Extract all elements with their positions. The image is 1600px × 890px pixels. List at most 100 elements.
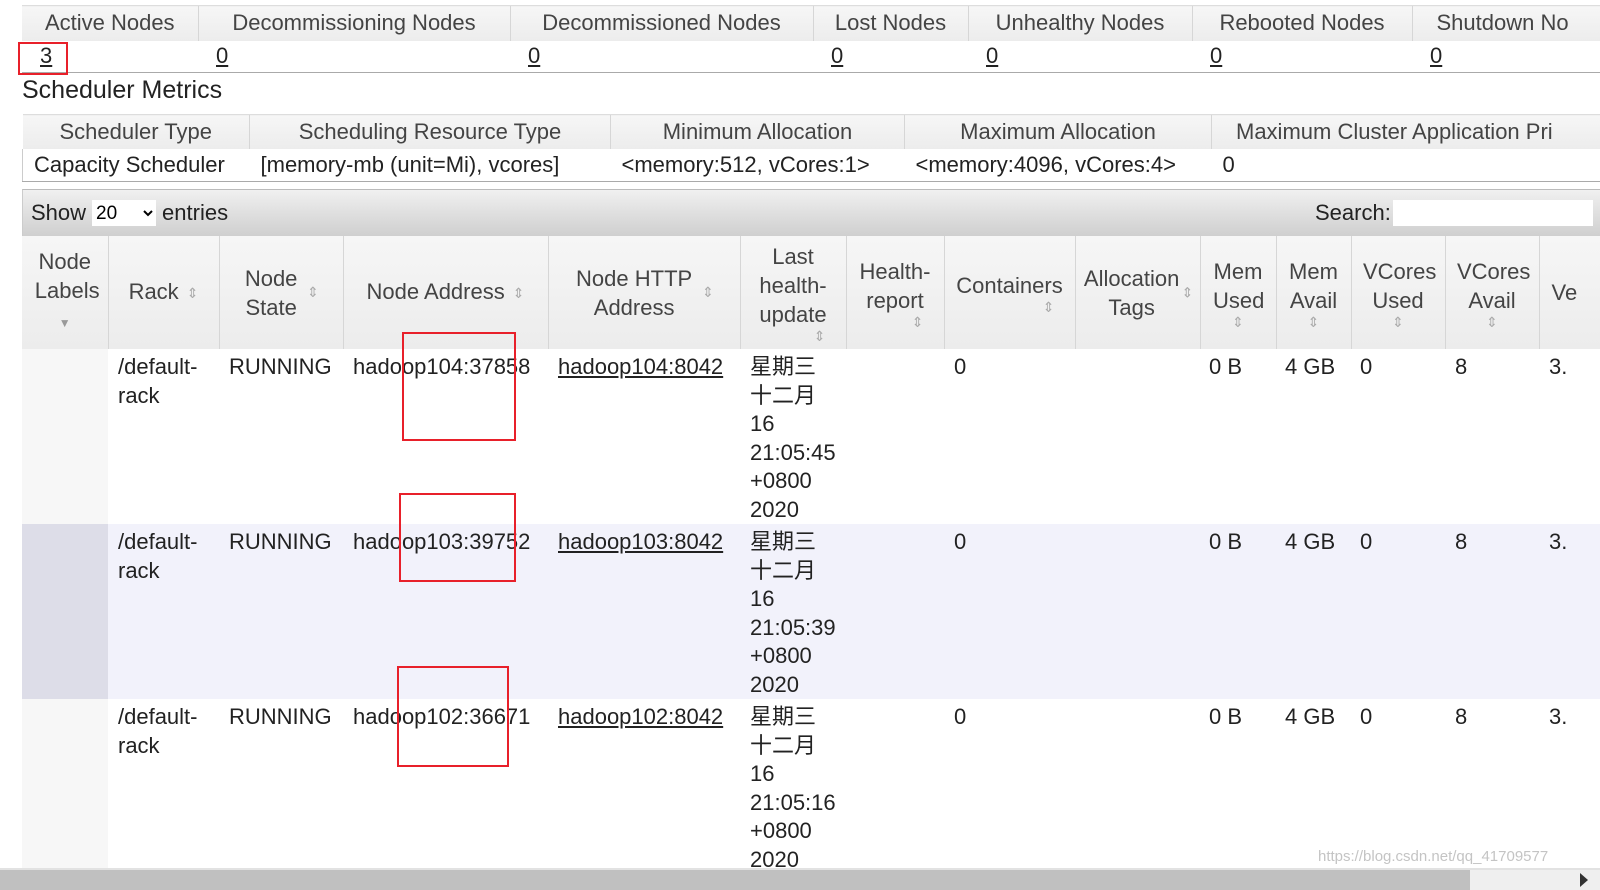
vcores-used-text: 0 [1360,529,1373,554]
entries-label: entries [162,200,229,225]
scheduler-type-value: Capacity Scheduler [22,148,250,182]
sort-icon: ⇕ [702,284,714,300]
mem-avail-text: 4 GB [1285,354,1336,379]
annotation-box-active-nodes [18,42,68,75]
vcores-avail-text: 8 [1455,354,1468,379]
header-node-labels[interactable]: Node Labels ▼ [22,236,108,349]
version-cell: 3. [1539,349,1600,524]
rack-cell: /default- rack [108,524,219,699]
vcores-used-cell: 0 [1351,524,1445,699]
header-rebooted-nodes: Rebooted Nodes [1191,5,1412,41]
mem-used-text: 0 B [1209,529,1243,554]
header-vcores-used[interactable]: VCores Used ⇕ [1350,236,1445,349]
header-node-state[interactable]: Node State ⇕ [218,236,343,349]
vcores-avail-text: 8 [1455,529,1468,554]
search-input[interactable] [1392,200,1593,226]
rack-text: /default- rack [118,529,198,583]
node-state-text: RUNNING [229,529,332,554]
rebooted-nodes-link[interactable]: 0 [1210,43,1222,68]
minimum-allocation-value: <memory:512, vCores:1> [610,148,905,182]
node-state-text: RUNNING [229,354,332,379]
last-health-update-text: 星期三 十二月 16 21:05:16 +0800 2020 [750,704,836,872]
mem-used-text: 0 B [1209,704,1243,729]
nodes-table: Node Labels ▼ Rack ⇕ Node State ⇕ Node Addr… [22,236,1600,874]
scroll-right-arrow-icon[interactable] [1580,873,1588,887]
header-label: Node Address [366,279,505,305]
decommissioning-nodes-link[interactable]: 0 [216,43,228,68]
sort-icon: ⇕ [186,284,199,301]
header-label: Health-report [859,258,931,313]
watermark: https://blog.csdn.net/qq_41709577 [1318,848,1549,865]
vcores-avail-cell: 8 [1445,524,1539,699]
containers-cell: 0 [944,349,1075,524]
containers-text: 0 [954,529,967,554]
mem-avail-cell: 4 GB [1276,524,1351,699]
header-label: Last health-update [759,244,827,327]
scrollbar-thumb[interactable] [0,870,1470,890]
header-mem-used[interactable]: Mem Used ⇕ [1199,236,1276,349]
header-mem-avail[interactable]: Mem Avail ⇕ [1275,236,1351,349]
sort-icon: ⇕ [911,313,924,330]
sort-icon: ⇕ [1042,299,1055,315]
last-health-update-cell: 星期三 十二月 16 21:05:16 +0800 2020 [740,699,846,874]
sort-icon: ⇕ [1307,313,1320,330]
rack-cell: /default- rack [108,349,219,524]
header-label: Rack [128,279,179,305]
node-labels-cell [22,524,108,699]
header-health-report[interactable]: Health-report ⇕ [845,236,944,349]
table-toolbar: Show 20 entries Search: [22,189,1600,236]
header-label: Allocation Tags [1083,265,1180,320]
header-version[interactable]: Ve [1538,236,1600,349]
sort-icon: ⇕ [1392,313,1404,330]
annotation-box-node-address-2 [399,493,516,582]
maximum-allocation-value: <memory:4096, vCores:4> [904,148,1212,182]
cluster-nodes-summary-table: Active Nodes Decommissioning Nodes Decom… [22,5,1600,73]
scheduler-metrics-table: Scheduler Type Scheduling Resource Type … [22,114,1600,182]
mem-avail-text: 4 GB [1285,704,1336,729]
sort-icon: ⇕ [307,284,319,300]
version-text: 3. [1549,704,1568,729]
sort-icon: ⇕ [512,284,525,301]
header-label: Node Labels [34,249,100,303]
header-node-http-address[interactable]: Node HTTP Address ⇕ [547,236,740,349]
header-allocation-tags[interactable]: Allocation Tags⇕ [1074,236,1200,349]
vcores-used-text: 0 [1360,354,1373,379]
header-rack[interactable]: Rack ⇕ [107,236,219,349]
header-unhealthy-nodes: Unhealthy Nodes [967,5,1192,41]
node-http-link[interactable]: hadoop102:8042 [558,704,723,729]
table-row: /default- rack RUNNING hadoop103:39752 hado… [22,524,1600,699]
lost-nodes-link[interactable]: 0 [831,43,843,68]
unhealthy-nodes-link[interactable]: 0 [986,43,998,68]
decommissioned-nodes-link[interactable]: 0 [528,43,540,68]
header-decommissioned-nodes: Decommissioned Nodes [509,5,813,41]
search-label: Search: [1315,200,1391,225]
rack-cell: /default- rack [108,699,219,874]
allocation-tags-cell [1075,524,1200,699]
node-http-link[interactable]: hadoop103:8042 [558,529,723,554]
header-label: VCores Avail [1457,258,1531,313]
containers-cell: 0 [944,699,1075,874]
header-lost-nodes: Lost Nodes [812,5,968,41]
node-state-cell: RUNNING [219,349,343,524]
node-http-link[interactable]: hadoop104:8042 [558,354,723,379]
last-health-update-cell: 星期三 十二月 16 21:05:39 +0800 2020 [740,524,846,699]
header-vcores-avail[interactable]: VCores Avail ⇕ [1444,236,1539,349]
mem-avail-cell: 4 GB [1276,349,1351,524]
vcores-used-text: 0 [1360,704,1373,729]
header-label: Node State [244,265,298,320]
containers-text: 0 [954,704,967,729]
health-report-cell [846,699,944,874]
header-containers[interactable]: Containers ⇕ [943,236,1075,349]
shutdown-nodes-link[interactable]: 0 [1430,43,1442,68]
page-size-select[interactable]: 20 [92,200,157,226]
vcores-avail-text: 8 [1455,704,1468,729]
header-maximum-allocation: Maximum Allocation [904,114,1212,149]
header-label: Ve [1551,280,1578,305]
vcores-used-cell: 0 [1351,349,1445,524]
header-last-health-update[interactable]: Last health-update ⇕ [739,236,846,349]
header-label: VCores Used [1363,258,1437,313]
containers-text: 0 [954,354,967,379]
version-cell: 3. [1539,524,1600,699]
health-report-cell [846,349,944,524]
annotation-box-node-address-3 [397,666,509,767]
